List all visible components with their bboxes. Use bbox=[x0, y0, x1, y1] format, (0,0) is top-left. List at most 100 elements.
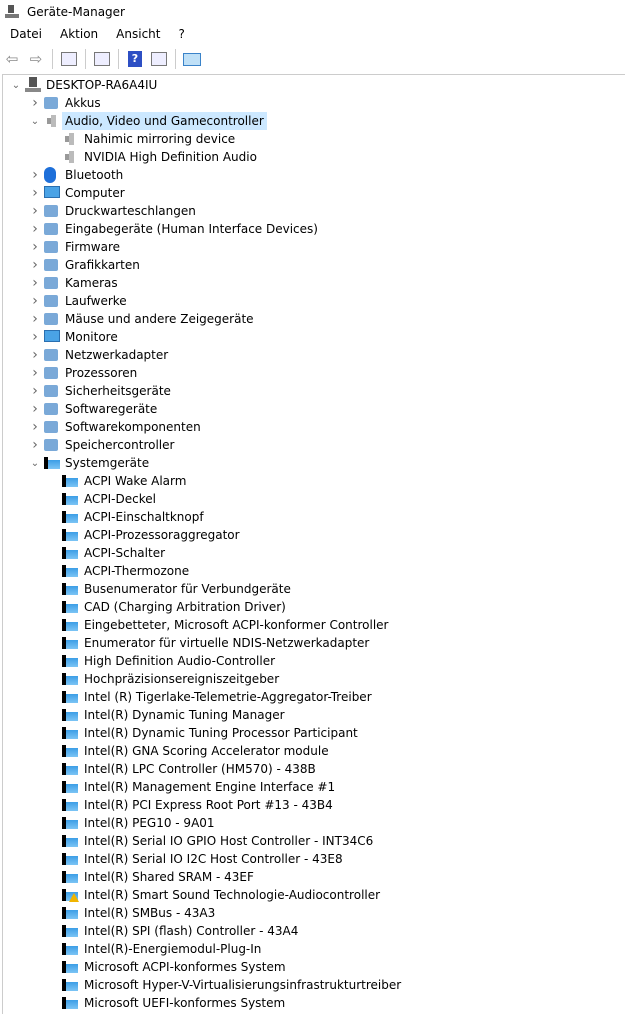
camera-icon bbox=[44, 277, 58, 289]
scan-hardware-icon bbox=[183, 52, 201, 66]
menu-aktion[interactable]: Aktion bbox=[50, 27, 106, 41]
tree-item-label: Kameras bbox=[65, 276, 118, 290]
expand-chevron-icon[interactable]: › bbox=[30, 94, 40, 112]
window-title: Geräte-Manager bbox=[27, 5, 125, 19]
tree-item-label: Intel(R)-Energiemodul-Plug-In bbox=[84, 942, 262, 956]
tree-item-label: ACPI-Prozessoraggregator bbox=[84, 528, 240, 542]
back-icon: ⇦ bbox=[5, 50, 19, 68]
system-icon bbox=[62, 941, 78, 957]
toolbar-separator bbox=[52, 49, 53, 69]
hid-icon bbox=[44, 223, 58, 235]
printer-icon bbox=[44, 205, 58, 217]
expand-chevron-icon[interactable]: › bbox=[30, 166, 40, 184]
system-icon bbox=[62, 473, 78, 489]
system-icon bbox=[62, 905, 78, 921]
expand-chevron-icon[interactable]: › bbox=[30, 382, 40, 400]
forward-icon: ⇨ bbox=[29, 50, 43, 68]
show-hide-console-tree-icon bbox=[61, 52, 77, 66]
menu-ansicht[interactable]: Ansicht bbox=[106, 27, 168, 41]
system-icon bbox=[62, 545, 78, 561]
toolbar: ⇦ ⇨ ? bbox=[0, 46, 625, 72]
tree-item-label: Intel(R) Serial IO I2C Host Controller -… bbox=[84, 852, 343, 866]
menu-datei[interactable]: Datei bbox=[0, 27, 50, 41]
expand-chevron-icon[interactable]: › bbox=[30, 436, 40, 454]
tree-item-label: Eingabegeräte (Human Interface Devices) bbox=[65, 222, 318, 236]
speaker-icon bbox=[62, 149, 78, 165]
system-icon bbox=[62, 743, 78, 759]
system-icon bbox=[62, 779, 78, 795]
tree-item-label: ACPI-Schalter bbox=[84, 546, 166, 560]
system-icon bbox=[62, 869, 78, 885]
expand-chevron-icon[interactable]: › bbox=[30, 184, 40, 202]
back-button[interactable]: ⇦ bbox=[2, 50, 22, 68]
expand-chevron-icon[interactable]: › bbox=[30, 202, 40, 220]
tree-item-label: Monitore bbox=[65, 330, 118, 344]
system-icon bbox=[62, 797, 78, 813]
system-icon bbox=[62, 509, 78, 525]
expand-chevron-icon[interactable]: › bbox=[30, 256, 40, 274]
tree-item-label: CAD (Charging Arbitration Driver) bbox=[84, 600, 286, 614]
properties-button[interactable] bbox=[92, 50, 112, 68]
expand-chevron-icon[interactable]: › bbox=[30, 274, 40, 292]
tree-item-label: Systemgeräte bbox=[65, 456, 150, 470]
device-tree[interactable]: ⌄ DESKTOP-RA6A4IU › Akkus ⌄ Audio, Video und … bbox=[2, 74, 625, 1014]
system-icon bbox=[62, 581, 78, 597]
system-icon bbox=[62, 851, 78, 867]
tree-item-label: Firmware bbox=[65, 240, 120, 254]
collapse-chevron-icon[interactable]: ⌄ bbox=[30, 454, 40, 472]
storage-controller-icon bbox=[44, 439, 58, 451]
software-component-icon bbox=[44, 421, 58, 433]
console-tree-button[interactable] bbox=[59, 50, 79, 68]
expand-chevron-icon[interactable]: › bbox=[30, 238, 40, 256]
system-icon bbox=[62, 563, 78, 579]
tree-item-label: Hochpräzisionsereigniszeitgeber bbox=[84, 672, 280, 686]
tree-item-label: Intel(R) Serial IO GPIO Host Controller … bbox=[84, 834, 374, 848]
help-button[interactable]: ? bbox=[125, 50, 145, 68]
computer-host-icon bbox=[25, 77, 41, 93]
system-icon bbox=[62, 689, 78, 705]
menu-bar: Datei Aktion Ansicht ? bbox=[0, 24, 193, 44]
expand-chevron-icon[interactable]: › bbox=[30, 292, 40, 310]
expand-chevron-icon[interactable]: › bbox=[30, 364, 40, 382]
battery-icon bbox=[44, 97, 58, 109]
tree-item-label: DESKTOP-RA6A4IU bbox=[46, 78, 158, 92]
tree-item-label: Intel(R) SMBus - 43A3 bbox=[84, 906, 216, 920]
network-icon bbox=[44, 349, 58, 361]
expand-chevron-icon[interactable]: › bbox=[30, 346, 40, 364]
forward-button[interactable]: ⇨ bbox=[26, 50, 46, 68]
tree-item-label: NVIDIA High Definition Audio bbox=[84, 150, 257, 164]
toolbar-separator bbox=[85, 49, 86, 69]
collapse-chevron-icon[interactable]: ⌄ bbox=[30, 112, 40, 130]
system-icon bbox=[62, 599, 78, 615]
tree-item-label: Intel(R) PCI Express Root Port #13 - 43B… bbox=[84, 798, 333, 812]
tree-item-label: Audio, Video und Gamecontroller bbox=[62, 112, 267, 130]
toolbar-separator bbox=[175, 49, 176, 69]
system-icon bbox=[62, 923, 78, 939]
run-button[interactable] bbox=[149, 50, 169, 68]
expand-chevron-icon[interactable]: › bbox=[30, 400, 40, 418]
scan-hardware-button[interactable] bbox=[182, 50, 202, 68]
software-device-icon bbox=[44, 403, 58, 415]
run-icon bbox=[151, 52, 167, 66]
tree-item-label: Akkus bbox=[65, 96, 101, 110]
collapse-chevron-icon[interactable]: ⌄ bbox=[11, 76, 21, 94]
tree-item-label: Netzwerkadapter bbox=[65, 348, 169, 362]
menu-help[interactable]: ? bbox=[168, 27, 192, 41]
expand-chevron-icon[interactable]: › bbox=[30, 418, 40, 436]
tree-item-label: Nahimic mirroring device bbox=[84, 132, 236, 146]
speaker-icon bbox=[44, 113, 60, 129]
tree-item-label: Intel(R) Shared SRAM - 43EF bbox=[84, 870, 254, 884]
tree-item-label: Druckwarteschlangen bbox=[65, 204, 196, 218]
bluetooth-icon bbox=[44, 167, 56, 183]
tree-item-label: Microsoft Hyper-V-Virtualisierungsinfras… bbox=[84, 978, 402, 992]
tree-item-label: Laufwerke bbox=[65, 294, 127, 308]
system-icon bbox=[44, 455, 60, 471]
expand-chevron-icon[interactable]: › bbox=[30, 220, 40, 238]
expand-chevron-icon[interactable]: › bbox=[30, 310, 40, 328]
system-warning-icon bbox=[62, 887, 79, 903]
tree-item-label: Computer bbox=[65, 186, 125, 200]
expand-chevron-icon[interactable]: › bbox=[30, 328, 40, 346]
system-icon bbox=[62, 707, 78, 723]
tree-item-label: Eingebetteter, Microsoft ACPI-konformer … bbox=[84, 618, 389, 632]
title-bar: Geräte-Manager bbox=[0, 0, 625, 24]
